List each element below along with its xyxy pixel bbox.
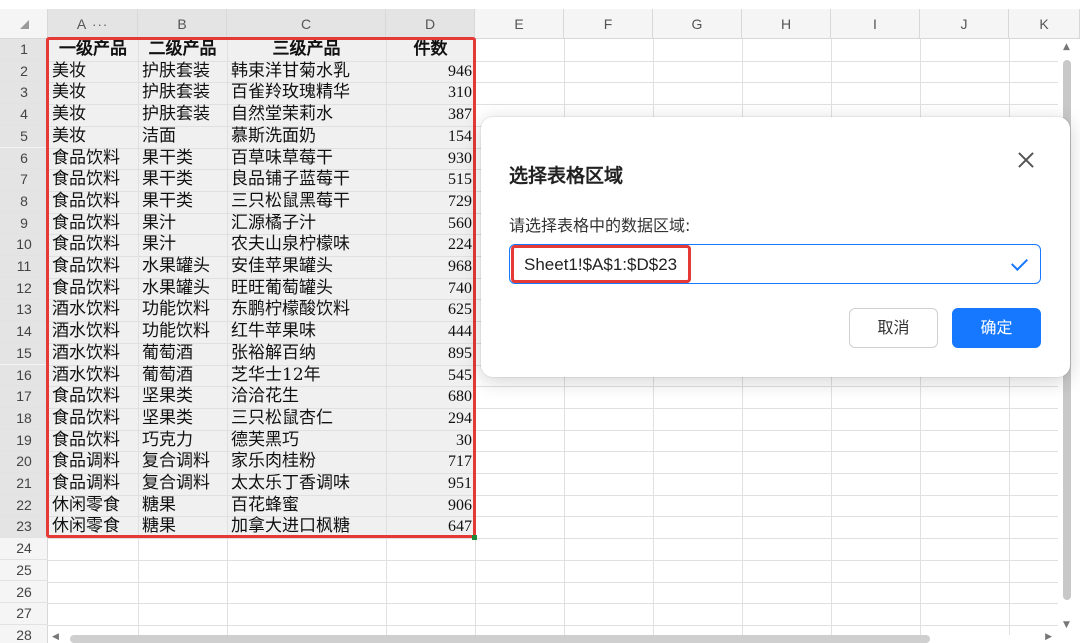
horizontal-scroll-thumb[interactable] (70, 635, 930, 643)
row-header-8[interactable]: 8 (0, 190, 48, 213)
select-range-dialog: 选择表格区域 请选择表格中的数据区域: 取消 确定 (481, 117, 1070, 377)
column-header-bar: A ··· B C D E F G H I J K (0, 9, 1080, 39)
row-header-4[interactable]: 4 (0, 104, 48, 126)
row-header-1[interactable]: 1 (0, 39, 48, 61)
row-header-19[interactable]: 19 (0, 429, 48, 452)
scroll-left-icon[interactable]: ◀ (52, 632, 59, 642)
column-header-h[interactable]: H (742, 9, 831, 39)
row-header-14[interactable]: 14 (0, 321, 48, 343)
confirm-check-icon[interactable] (1011, 254, 1028, 271)
column-label-a: A (76, 16, 87, 32)
column-header-b[interactable]: B (138, 9, 227, 39)
close-icon[interactable] (1016, 150, 1036, 170)
row-header-16[interactable]: 16 (0, 364, 48, 387)
row-header-20[interactable]: 20 (0, 451, 48, 473)
row-header-24[interactable]: 24 (0, 538, 48, 560)
row-header-21[interactable]: 21 (0, 473, 48, 495)
column-header-i[interactable]: I (831, 9, 920, 39)
row-header-26[interactable]: 26 (0, 582, 48, 604)
grid-row-line (48, 581, 1058, 583)
column-header-d[interactable]: D (386, 9, 475, 39)
scroll-down-icon[interactable]: ▼ (1063, 620, 1070, 630)
dialog-title: 选择表格区域 (509, 165, 624, 187)
horizontal-scrollbar[interactable]: ◀ ▶ (52, 632, 1052, 643)
grid-row-line (48, 559, 1058, 561)
row-header-10[interactable]: 10 (0, 234, 48, 256)
row-header-bar: 1 2 3 4 5 6 7 8 9 10 11 12 13 14 15 16 17 18 19 20 21 22 23 24 2… (0, 39, 48, 643)
grid-row-line (48, 538, 1058, 540)
row-header-7[interactable]: 7 (0, 169, 48, 191)
row-header-25[interactable]: 25 (0, 560, 48, 582)
column-header-e[interactable]: E (475, 9, 564, 39)
selected-range-highlight (46, 37, 476, 538)
row-header-18[interactable]: 18 (0, 407, 48, 430)
column-header-j[interactable]: J (920, 9, 1009, 39)
column-header-g[interactable]: G (653, 9, 742, 39)
row-header-28[interactable]: 28 (0, 625, 48, 643)
column-header-f[interactable]: F (564, 9, 653, 39)
grid-row-line (48, 603, 1058, 605)
column-header-k[interactable]: K (1009, 9, 1080, 39)
row-header-27[interactable]: 27 (0, 603, 48, 625)
row-header-17[interactable]: 17 (0, 386, 48, 408)
row-header-15[interactable]: 15 (0, 342, 48, 365)
ok-button[interactable]: 确定 (952, 308, 1041, 348)
row-header-13[interactable]: 13 (0, 299, 48, 322)
range-input-highlight (511, 245, 691, 283)
select-all-icon (20, 20, 29, 29)
row-header-3[interactable]: 3 (0, 82, 48, 105)
select-all-corner[interactable] (0, 9, 48, 39)
column-header-c[interactable]: C (227, 9, 386, 39)
fill-handle[interactable] (472, 535, 477, 540)
column-header-a[interactable]: A ··· (48, 9, 138, 39)
row-header-12[interactable]: 12 (0, 277, 48, 300)
dialog-label: 请选择表格中的数据区域: (509, 216, 691, 235)
cancel-button[interactable]: 取消 (849, 308, 938, 348)
row-header-2[interactable]: 2 (0, 60, 48, 83)
column-menu-icon[interactable]: ··· (92, 17, 108, 32)
grid-row-line (48, 624, 1058, 626)
row-header-6[interactable]: 6 (0, 147, 48, 170)
row-header-5[interactable]: 5 (0, 125, 48, 148)
row-header-11[interactable]: 11 (0, 256, 48, 278)
scroll-up-icon[interactable]: ▲ (1063, 42, 1070, 52)
row-header-22[interactable]: 22 (0, 494, 48, 517)
row-header-9[interactable]: 9 (0, 212, 48, 235)
scroll-right-icon[interactable]: ▶ (1045, 632, 1052, 642)
row-header-23[interactable]: 23 (0, 516, 48, 539)
